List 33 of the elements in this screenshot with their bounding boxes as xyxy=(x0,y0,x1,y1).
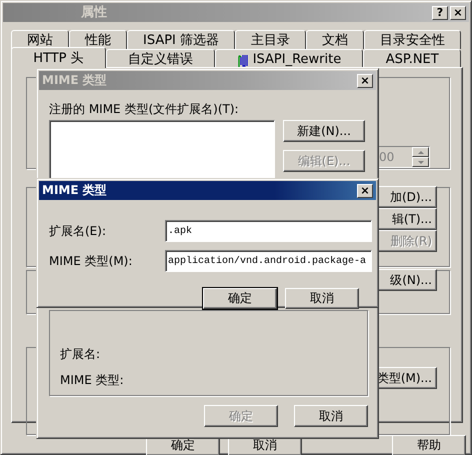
dialog-title: MIME 类型 xyxy=(42,73,108,88)
button[interactable]: 新建(N)... xyxy=(283,120,365,142)
button[interactable]: 帮助 xyxy=(392,435,466,455)
tab[interactable]: ASP.NET xyxy=(363,49,461,68)
tab[interactable]: 文档 xyxy=(306,30,364,49)
field-label: MIME 类型(M): xyxy=(49,254,134,268)
tab[interactable]: 自定义错误 xyxy=(106,49,216,68)
tab[interactable]: 网站 xyxy=(11,30,69,49)
input-field[interactable]: application/vnd.android.package-a xyxy=(165,250,372,272)
button[interactable]: 辑(T)... xyxy=(376,208,437,230)
close-button[interactable]: × xyxy=(450,6,466,20)
dialog-title: MIME 类型 xyxy=(42,183,108,198)
close-button[interactable]: × xyxy=(357,184,373,198)
close-button[interactable]: × xyxy=(357,74,373,88)
tab[interactable]: ISAPI_Rewrite xyxy=(215,49,364,68)
rewrite-icon xyxy=(238,54,249,66)
tab[interactable]: HTTP 头 xyxy=(11,47,106,68)
tab[interactable]: 主目录 xyxy=(235,30,306,49)
list-label: 注册的 MIME 类型(文件扩展名)(T): xyxy=(49,102,240,116)
tab[interactable]: ISAPI 筛选器 xyxy=(127,30,236,49)
tab[interactable]: 性能 xyxy=(69,30,127,49)
input-field[interactable]: .apk xyxy=(165,220,372,242)
button[interactable]: 加(D)... xyxy=(376,186,437,208)
button[interactable]: 取消 xyxy=(285,288,359,309)
button[interactable]: 确定 xyxy=(203,288,277,309)
button[interactable]: 级(N)... xyxy=(376,269,437,291)
window-title: 属性 xyxy=(81,4,108,20)
detail-label: 扩展名: xyxy=(60,346,102,361)
tab[interactable]: 目录安全性 xyxy=(364,30,462,49)
field-label: 扩展名(E): xyxy=(49,224,107,238)
button[interactable]: 取消 xyxy=(294,405,368,428)
help-button[interactable]: ? xyxy=(432,6,448,20)
detail-label: MIME 类型: xyxy=(60,373,125,388)
